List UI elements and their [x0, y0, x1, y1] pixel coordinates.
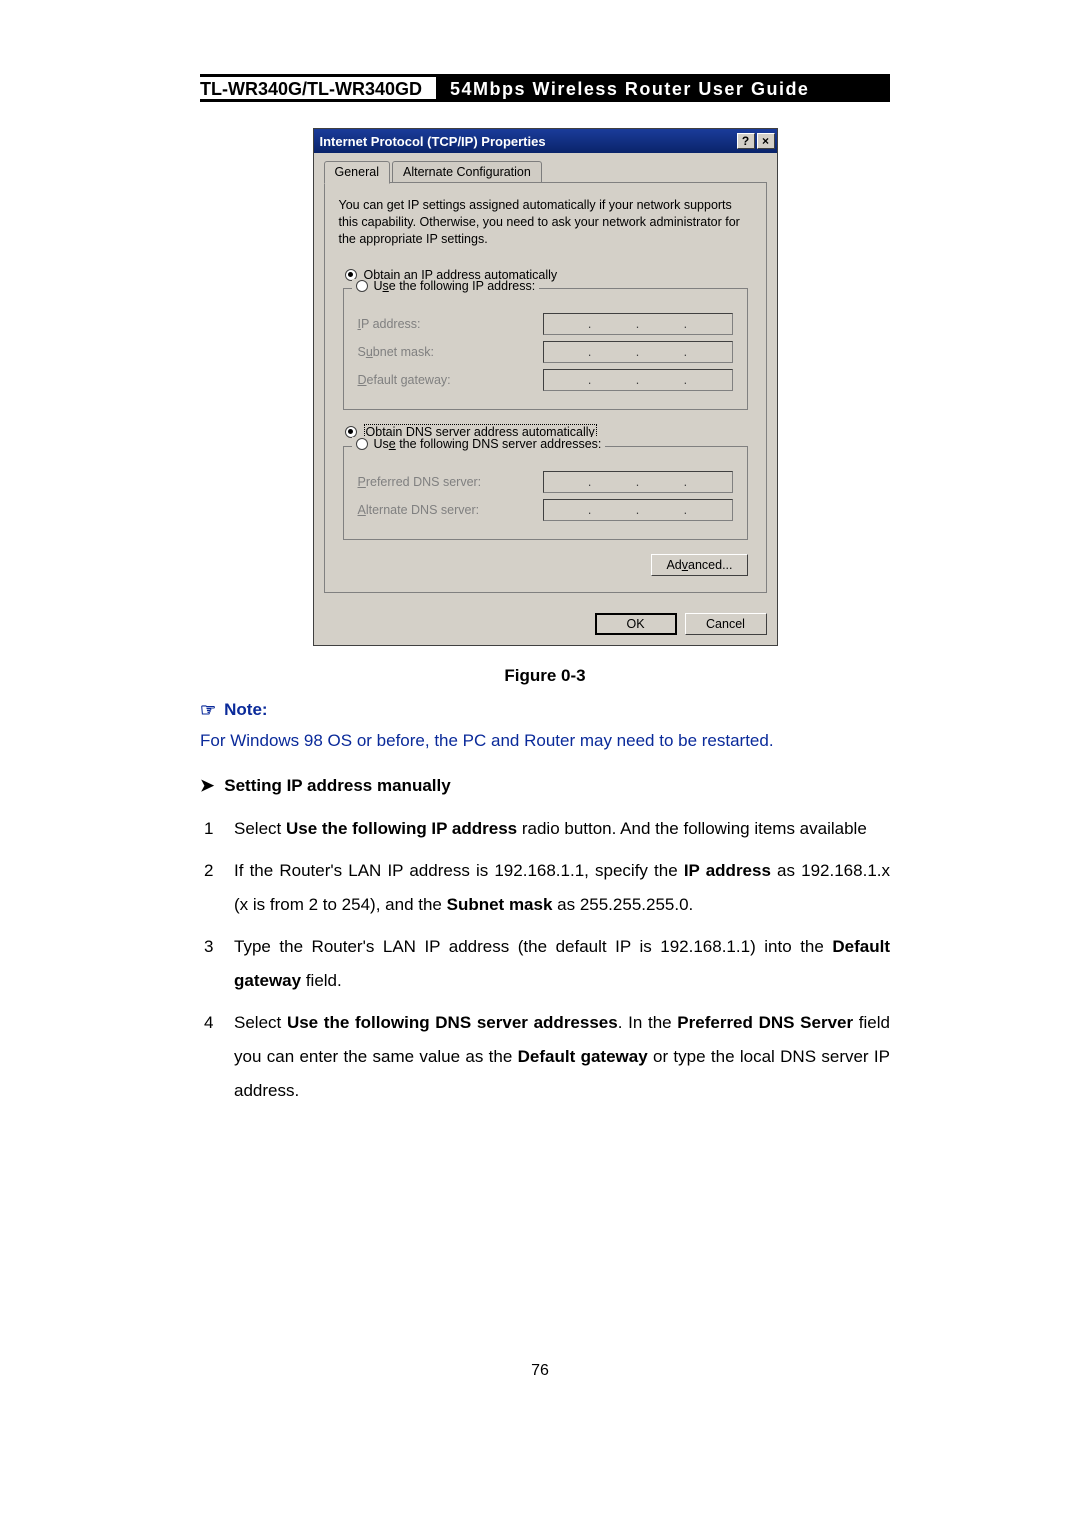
step-2: If the Router's LAN IP address is 192.16…	[204, 854, 890, 922]
note-heading: ☞ Note:	[200, 700, 890, 721]
input-gateway: ...	[543, 369, 733, 391]
radio-icon	[356, 280, 368, 292]
label-alt-dns: Alternate DNS server:	[358, 503, 480, 517]
field-ip-address: IP address: ...	[358, 313, 733, 335]
label-gateway: Default gateway:	[358, 373, 451, 387]
field-preferred-dns: Preferred DNS server: ...	[358, 471, 733, 493]
tabs: General Alternate Configuration	[324, 161, 767, 183]
figure-caption: Figure 0-3	[200, 666, 890, 686]
step-1: Select Use the following IP address radi…	[204, 812, 890, 846]
header-model: TL-WR340G/TL-WR340GD	[200, 77, 436, 99]
tab-panel-general: You can get IP settings assigned automat…	[324, 182, 767, 593]
ok-button[interactable]: OK	[595, 613, 677, 635]
input-alt-dns: ...	[543, 499, 733, 521]
dialog-title: Internet Protocol (TCP/IP) Properties	[320, 134, 735, 149]
page-header: TL-WR340G/TL-WR340GD 54Mbps Wireless Rou…	[200, 74, 890, 102]
radio-label: Use the following IP address:	[374, 279, 536, 293]
header-title: 54Mbps Wireless Router User Guide	[436, 77, 890, 99]
input-subnet: ...	[543, 341, 733, 363]
step-4: Select Use the following DNS server addr…	[204, 1006, 890, 1108]
cancel-button[interactable]: Cancel	[685, 613, 767, 635]
label-pref-dns: Preferred DNS server:	[358, 475, 482, 489]
label-ip: IP address:	[358, 317, 421, 331]
group-ip-manual: Use the following IP address: IP address…	[343, 288, 748, 410]
radio-label: Use the following DNS server addresses:	[374, 437, 602, 451]
dialog-footer: OK Cancel	[314, 603, 777, 645]
intro-text: You can get IP settings assigned automat…	[339, 197, 752, 248]
radio-icon	[356, 438, 368, 450]
note-text: For Windows 98 OS or before, the PC and …	[200, 727, 890, 754]
section-heading: ➤ Setting IP address manually	[200, 776, 890, 796]
step-3: Type the Router's LAN IP address (the de…	[204, 930, 890, 998]
chevron-right-icon: ➤	[200, 776, 214, 796]
field-alternate-dns: Alternate DNS server: ...	[358, 499, 733, 521]
pointing-hand-icon: ☞	[200, 700, 216, 721]
radio-use-following-dns[interactable]: Use the following DNS server addresses:	[352, 437, 606, 451]
close-icon[interactable]: ×	[757, 133, 775, 149]
help-icon[interactable]: ?	[737, 133, 755, 149]
group-dns-manual: Use the following DNS server addresses: …	[343, 446, 748, 540]
tab-general[interactable]: General	[324, 161, 390, 184]
field-subnet-mask: Subnet mask: ...	[358, 341, 733, 363]
input-pref-dns: ...	[543, 471, 733, 493]
radio-use-following-ip[interactable]: Use the following IP address:	[352, 279, 540, 293]
tab-alternate[interactable]: Alternate Configuration	[392, 161, 542, 183]
field-default-gateway: Default gateway: ...	[358, 369, 733, 391]
steps-list: Select Use the following IP address radi…	[204, 812, 890, 1108]
tcpip-properties-dialog: Internet Protocol (TCP/IP) Properties ? …	[313, 128, 778, 646]
titlebar: Internet Protocol (TCP/IP) Properties ? …	[314, 129, 777, 153]
label-subnet: Subnet mask:	[358, 345, 434, 359]
input-ip: ...	[543, 313, 733, 335]
page-number: 76	[0, 1362, 1080, 1380]
advanced-button[interactable]: Advanced...	[651, 554, 747, 576]
